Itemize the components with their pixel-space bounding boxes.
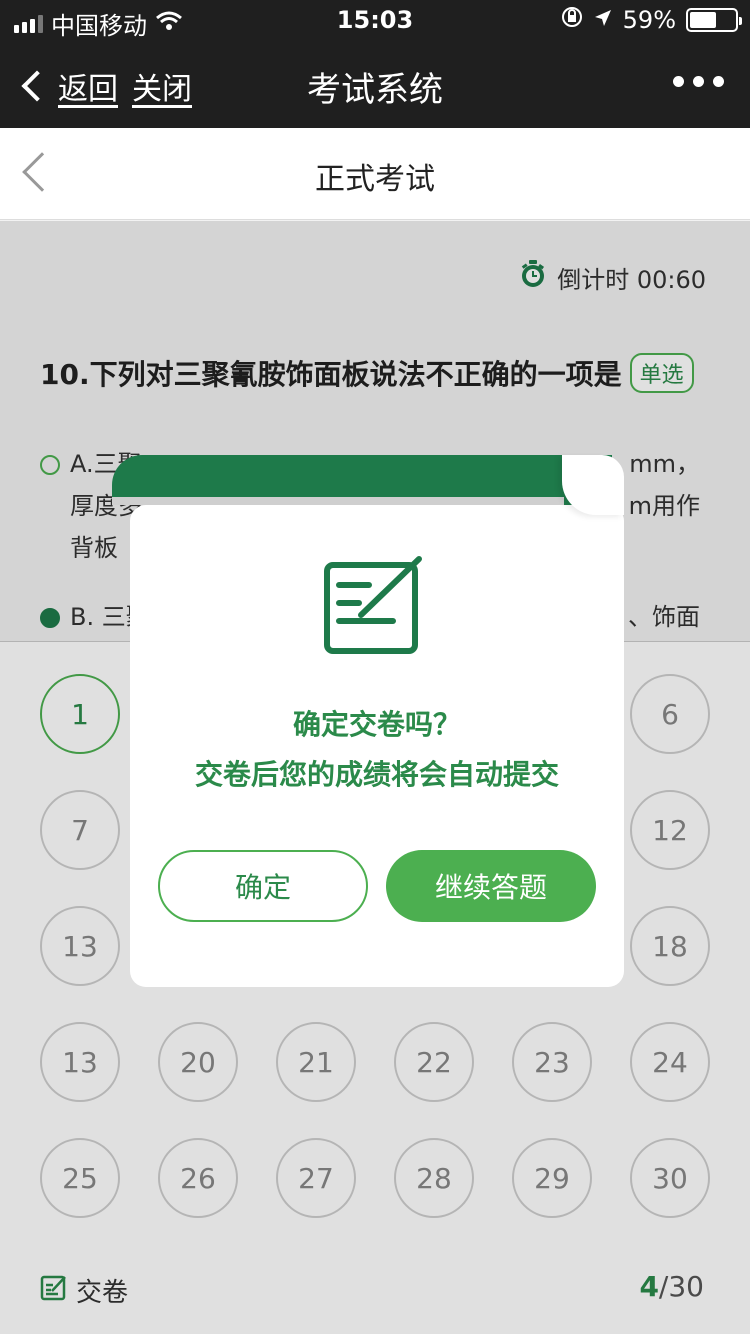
status-bar: 中国移动 15:03 59%: [0, 0, 750, 40]
confirm-submit-button[interactable]: 确定: [158, 850, 368, 922]
top-bar: 中国移动 15:03 59% 返回 关闭 考试系统: [0, 0, 750, 128]
modal-header-shadow: [112, 497, 564, 505]
battery-percent: 59%: [622, 6, 676, 34]
continue-answering-button[interactable]: 继续答题: [386, 850, 596, 922]
dialog-description: 交卷后您的成绩将会自动提交: [194, 758, 559, 791]
submit-paper-icon: [323, 555, 423, 659]
more-menu-icon[interactable]: [673, 76, 724, 87]
page-title: 正式考试: [315, 162, 435, 197]
submit-confirm-dialog: 确定交卷吗？ 交卷后您的成绩将会自动提交 确定 继续答题: [130, 505, 624, 987]
wechat-nav: 返回 关闭 考试系统: [0, 48, 750, 124]
page-header: 正式考试: [0, 128, 750, 220]
app-title: 考试系统: [307, 70, 443, 110]
rotation-lock-icon: [561, 6, 583, 34]
location-icon: [593, 6, 613, 34]
dialog-question: 确定交卷吗？: [292, 708, 461, 741]
battery-icon: [686, 8, 742, 32]
